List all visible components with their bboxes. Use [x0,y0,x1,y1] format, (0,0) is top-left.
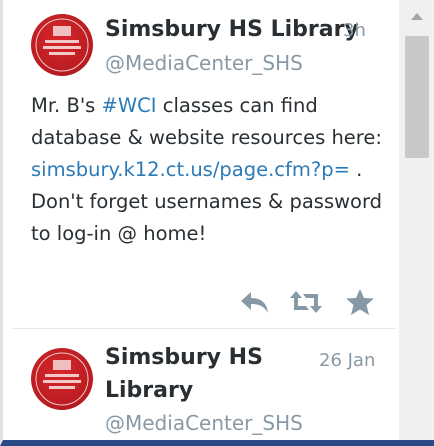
tweet-timestamp[interactable]: 26 Jan [319,348,375,374]
tweet-item[interactable]: Simsbury HS Library 26 Jan @MediaCenter_… [13,330,395,440]
tweet-timeline[interactable]: Simsbury HS Library 3h @MediaCenter_SHS … [13,0,395,440]
author-handle[interactable]: @MediaCenter_SHS [105,50,303,76]
favorite-icon[interactable] [345,288,377,316]
library-friend-logo-icon [35,18,89,72]
tweet-timestamp[interactable]: 3h [343,18,366,44]
scroll-up-arrow-icon[interactable] [399,0,434,32]
tweet-text: Mr. B's #WCI classes can find database &… [31,90,395,250]
library-friend-logo-icon [35,352,89,406]
reply-icon[interactable] [239,288,271,316]
hashtag-link[interactable]: #WCI [102,94,157,117]
author-handle[interactable]: @MediaCenter_SHS [105,410,303,436]
author-name-line1[interactable]: Simsbury HS [105,343,263,373]
widget-frame: Simsbury HS Library 3h @MediaCenter_SHS … [0,0,434,446]
scrollbar-thumb[interactable] [405,36,429,158]
avatar[interactable] [31,14,93,76]
tweet-item[interactable]: Simsbury HS Library 3h @MediaCenter_SHS … [13,0,395,328]
author-name-line2[interactable]: Library [105,376,193,406]
vertical-scrollbar[interactable] [399,0,434,440]
author-name[interactable]: Simsbury HS Library [105,15,359,45]
tweet-text-start: Mr. B's [31,94,102,117]
url-link[interactable]: simsbury.k12.ct.us/page.cfm?p= [31,158,350,181]
avatar[interactable] [31,348,93,410]
tweet-divider [13,328,395,329]
retweet-icon[interactable] [289,288,322,316]
